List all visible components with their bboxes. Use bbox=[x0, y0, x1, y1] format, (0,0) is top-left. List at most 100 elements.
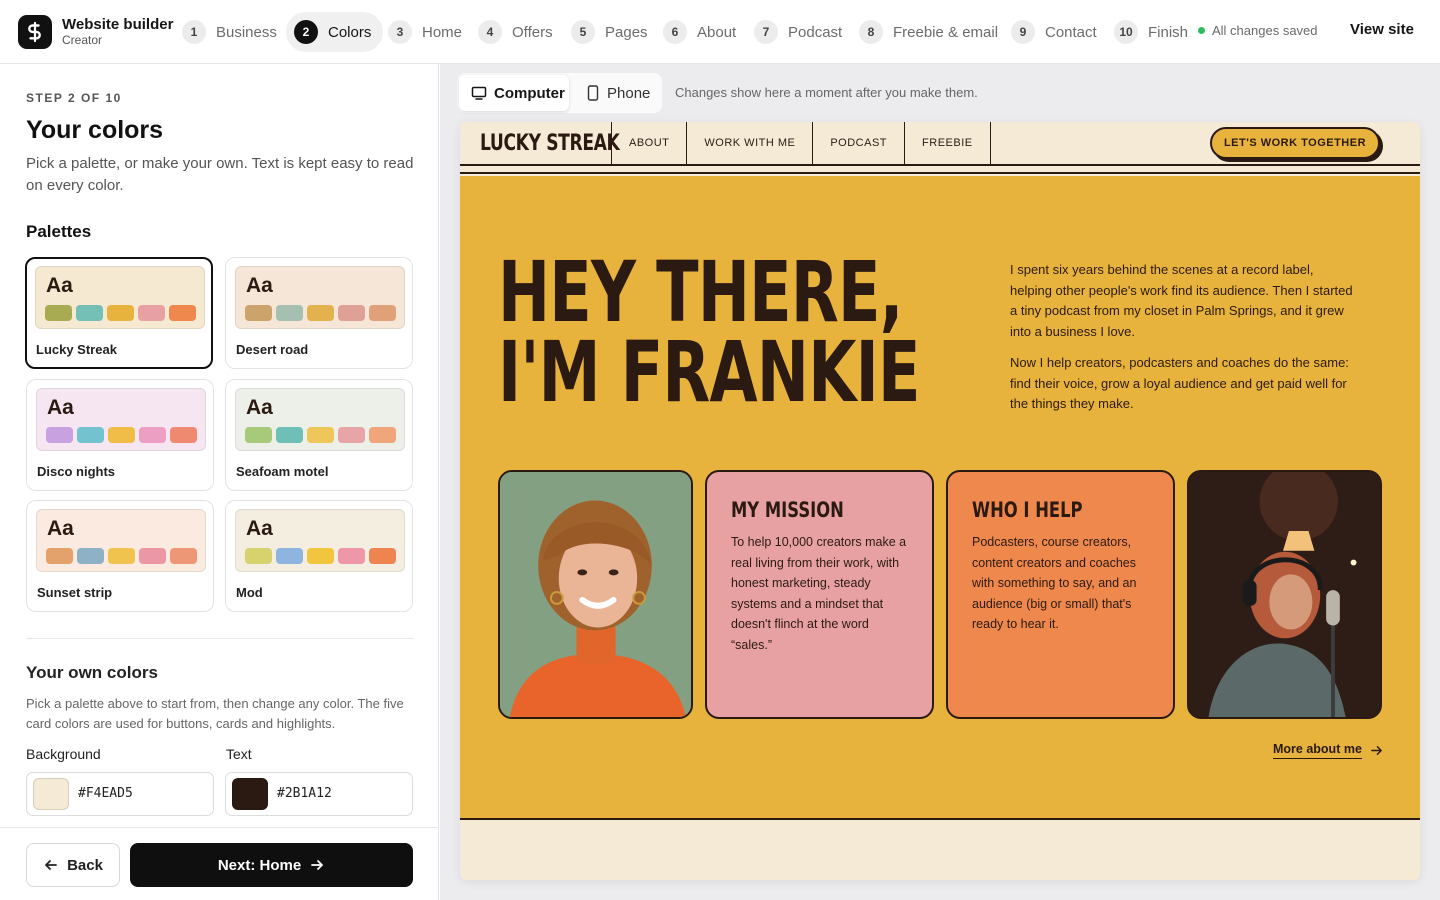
color-chip bbox=[338, 305, 365, 321]
hero-paragraph-1: I spent six years behind the scenes at a… bbox=[1010, 262, 1353, 339]
palette-preview: Aa bbox=[35, 266, 205, 329]
step-number: 1 bbox=[182, 20, 206, 44]
palette-preview: Aa bbox=[36, 388, 206, 451]
app-logo-icon[interactable] bbox=[18, 15, 52, 49]
computer-view-button[interactable]: Computer bbox=[459, 75, 569, 111]
color-chip bbox=[307, 427, 334, 443]
color-chip bbox=[77, 548, 104, 564]
step-pages[interactable]: 5 Pages bbox=[571, 12, 658, 52]
device-toggle: Computer Phone bbox=[457, 73, 662, 113]
sample-text: Aa bbox=[246, 396, 273, 419]
background-color-swatch[interactable] bbox=[33, 778, 69, 810]
who-i-help-title: WHO I HELP bbox=[972, 498, 1083, 522]
color-chip bbox=[307, 305, 334, 321]
step-home[interactable]: 3 Home bbox=[388, 12, 472, 52]
own-colors-heading: Your own colors bbox=[26, 663, 158, 682]
own-colors-description: Pick a palette above to start from, then… bbox=[26, 696, 404, 731]
nav-stripe bbox=[460, 168, 1420, 174]
palette-sunset-strip[interactable]: Aa Sunset strip bbox=[26, 500, 214, 612]
step-number: 2 bbox=[294, 20, 318, 44]
palette-name: Lucky Streak bbox=[36, 342, 117, 357]
preview-note: Changes show here a moment after you mak… bbox=[675, 85, 978, 100]
colors-panel: STEP 2 OF 10 Your colors Pick a palette,… bbox=[0, 64, 439, 900]
site-preview: LUCKY STREAK ABOUT WORK WITH ME PODCAST … bbox=[460, 122, 1420, 880]
color-chip bbox=[276, 548, 303, 564]
app-role: Creator bbox=[62, 33, 103, 47]
palette-preview: Aa bbox=[235, 388, 405, 451]
color-chip bbox=[369, 548, 396, 564]
step-number: 6 bbox=[663, 20, 687, 44]
top-bar: Website builder Creator 1 Business 2 Color… bbox=[0, 0, 1440, 64]
mission-text: To help 10,000 creators make a real livi… bbox=[731, 535, 907, 652]
step-label: Contact bbox=[1045, 23, 1097, 41]
section-divider bbox=[26, 638, 413, 639]
back-button-label: Back bbox=[67, 856, 103, 874]
color-chip bbox=[46, 427, 73, 443]
site-hero: HEY THERE, I'M FRANKIE I spent six years… bbox=[460, 176, 1420, 820]
view-site-link[interactable]: View site bbox=[1350, 21, 1414, 38]
color-chip bbox=[139, 548, 166, 564]
step-business[interactable]: 1 Business bbox=[182, 12, 287, 52]
step-colors[interactable]: 2 Colors bbox=[286, 12, 384, 52]
more-about-me-link[interactable]: More about me bbox=[1273, 742, 1383, 759]
step-offers[interactable]: 4 Offers bbox=[478, 12, 563, 52]
step-label: Finish bbox=[1148, 23, 1189, 41]
more-about-me-label: More about me bbox=[1273, 742, 1362, 759]
palette-seafoam-motel[interactable]: Aa Seafoam motel bbox=[225, 379, 413, 491]
site-menu: ABOUT WORK WITH ME PODCAST FREEBIE bbox=[611, 122, 991, 164]
back-button[interactable]: Back bbox=[26, 843, 120, 887]
phone-view-button[interactable]: Phone bbox=[586, 73, 650, 113]
palette-mod[interactable]: Aa Mod bbox=[225, 500, 413, 612]
step-number: 5 bbox=[571, 20, 595, 44]
step-label: Pages bbox=[605, 23, 648, 41]
color-chip bbox=[276, 427, 303, 443]
step-label: Offers bbox=[512, 23, 553, 41]
hero-heading-line-1: HEY THERE, bbox=[498, 243, 903, 341]
step-finish[interactable]: 10 Finish bbox=[1114, 12, 1198, 52]
mission-title: MY MISSION bbox=[731, 498, 844, 522]
palette-preview: Aa bbox=[235, 509, 405, 572]
text-color-swatch[interactable] bbox=[232, 778, 268, 810]
color-chip bbox=[170, 427, 197, 443]
step-number: 8 bbox=[859, 20, 883, 44]
palette-chips bbox=[45, 305, 196, 321]
page-description: Pick a palette, or make your own. Text i… bbox=[26, 155, 414, 194]
next-button[interactable]: Next: Home bbox=[130, 843, 413, 887]
palette-disco-nights[interactable]: Aa Disco nights bbox=[26, 379, 214, 491]
computer-view-label: Computer bbox=[494, 84, 565, 102]
step-number: 9 bbox=[1011, 20, 1035, 44]
step-number: 4 bbox=[478, 20, 502, 44]
next-button-label: Next: Home bbox=[217, 856, 302, 874]
step-label: Podcast bbox=[788, 23, 843, 41]
color-chip bbox=[77, 427, 104, 443]
step-podcast[interactable]: 7 Podcast bbox=[754, 12, 852, 52]
color-chip bbox=[307, 548, 334, 564]
palette-lucky-streak[interactable]: Aa Lucky Streak bbox=[25, 257, 213, 369]
site-menu-work-with-me[interactable]: WORK WITH ME bbox=[686, 122, 812, 164]
save-status: All changes saved bbox=[1198, 23, 1318, 38]
step-label: Home bbox=[422, 23, 463, 41]
phone-icon bbox=[587, 85, 599, 101]
color-chip bbox=[245, 305, 272, 321]
background-color-hex[interactable]: #F4EAD5 bbox=[78, 786, 133, 801]
step-contact[interactable]: 9 Contact bbox=[1011, 12, 1107, 52]
background-color-field[interactable]: #F4EAD5 bbox=[26, 772, 214, 816]
text-color-field[interactable]: #2B1A12 bbox=[225, 772, 413, 816]
step-freebie-email[interactable]: 8 Freebie & email bbox=[859, 12, 1008, 52]
palette-preview: Aa bbox=[36, 509, 206, 572]
site-menu-freebie[interactable]: FREEBIE bbox=[904, 122, 991, 164]
site-menu-podcast[interactable]: PODCAST bbox=[812, 122, 904, 164]
site-cta-button[interactable]: LET'S WORK TOGETHER bbox=[1210, 127, 1380, 159]
sample-text: Aa bbox=[246, 517, 273, 540]
site-logo[interactable]: LUCKY STREAK bbox=[480, 131, 620, 156]
color-chip bbox=[76, 305, 103, 321]
step-number: 3 bbox=[388, 20, 412, 44]
color-chip bbox=[108, 548, 135, 564]
palette-name: Disco nights bbox=[37, 464, 116, 479]
text-color-hex[interactable]: #2B1A12 bbox=[277, 786, 332, 801]
palette-desert-road[interactable]: Aa Desert road bbox=[225, 257, 413, 369]
color-chip bbox=[369, 305, 396, 321]
step-about[interactable]: 6 About bbox=[663, 12, 746, 52]
site-menu-about[interactable]: ABOUT bbox=[611, 122, 686, 164]
monitor-icon bbox=[471, 86, 487, 100]
